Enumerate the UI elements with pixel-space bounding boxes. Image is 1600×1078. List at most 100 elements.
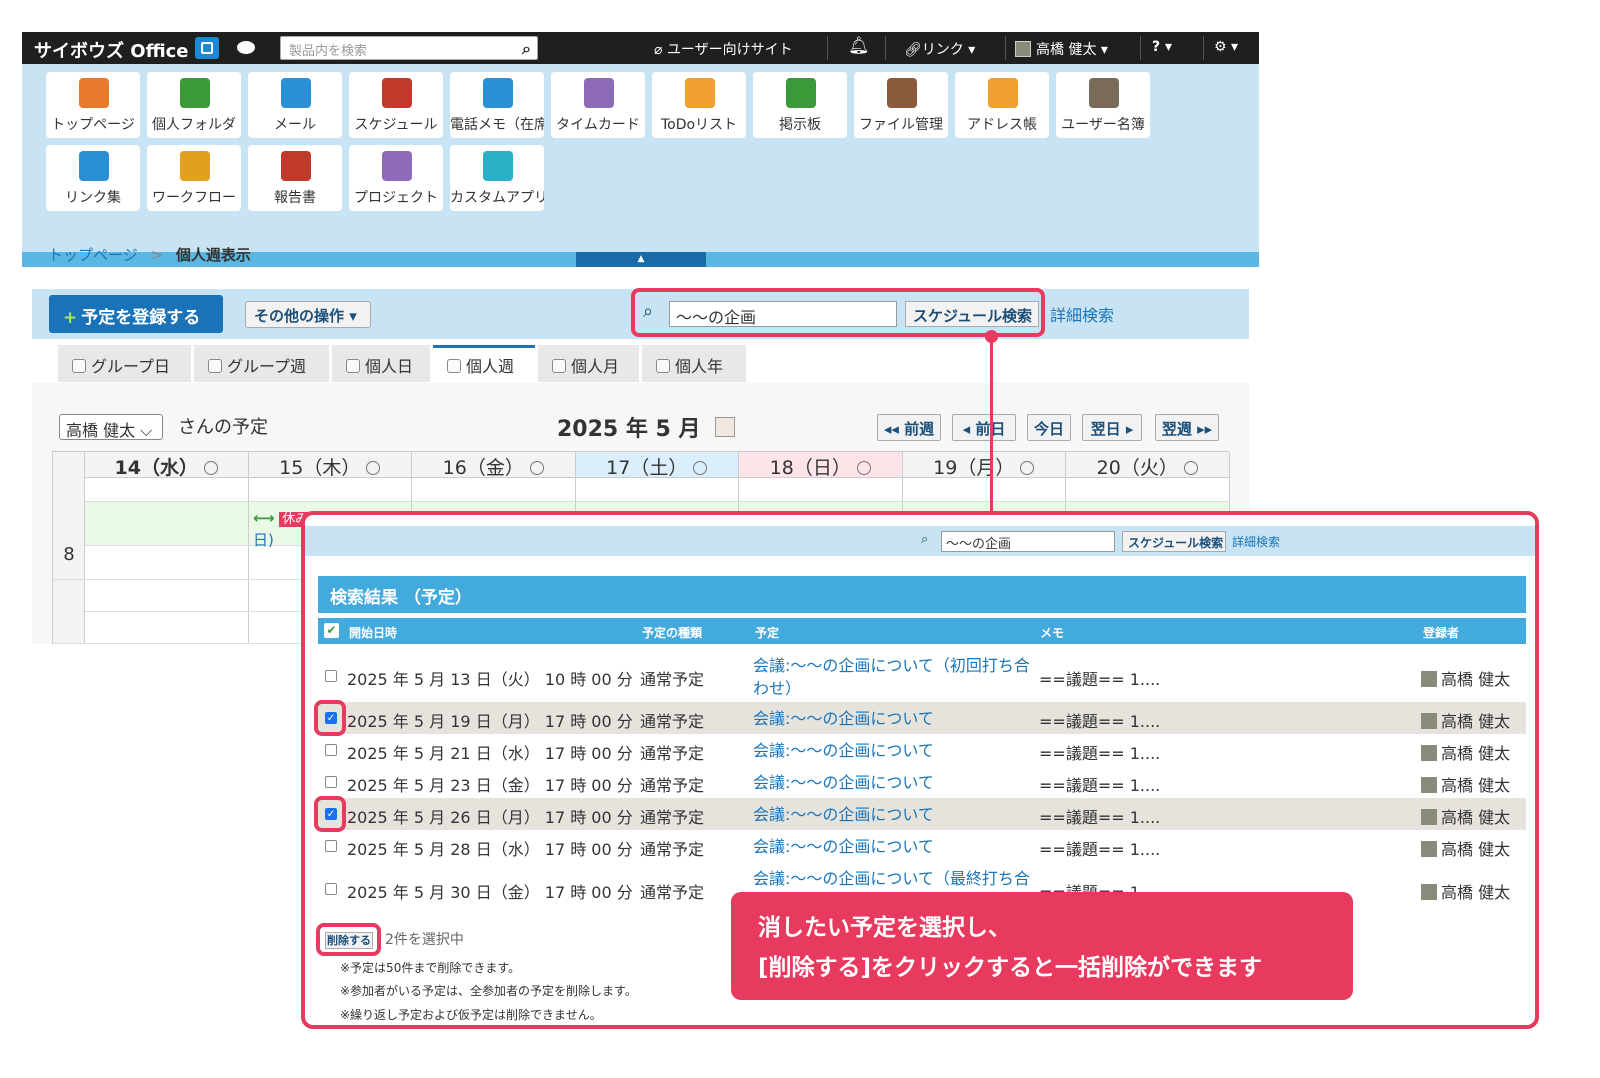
table-row[interactable]: 2025 年 5 月 28 日（水） 17 時 00 分通常予定 会議:～～の企画… bbox=[318, 830, 1526, 862]
link-menu[interactable]: 🔗︎リンク ▾ bbox=[904, 39, 975, 59]
day-header[interactable]: 20（火） bbox=[1066, 452, 1230, 479]
gear-icon[interactable]: ⚙ ▾ bbox=[1214, 39, 1238, 55]
today-button[interactable]: 今日 bbox=[1027, 414, 1071, 441]
row-user[interactable]: 高橋 健太 bbox=[1421, 666, 1510, 690]
popup-detail-link[interactable]: 詳細検索 bbox=[1232, 533, 1280, 550]
row-checkbox[interactable] bbox=[325, 883, 337, 895]
day-header[interactable]: 17（土） bbox=[575, 452, 739, 479]
time-cell[interactable] bbox=[739, 478, 903, 502]
time-cell[interactable] bbox=[1066, 478, 1230, 502]
row-user[interactable]: 高橋 健太 bbox=[1421, 772, 1510, 796]
row-user[interactable]: 高橋 健太 bbox=[1421, 879, 1510, 903]
prev-day-button[interactable]: ◂ 前日 bbox=[952, 414, 1016, 441]
tab-view[interactable]: 個人月 bbox=[538, 345, 639, 382]
tab-view[interactable]: 個人週 bbox=[433, 345, 535, 382]
time-cell[interactable] bbox=[85, 502, 249, 546]
product-search-input[interactable]: 製品内を検索 ⌕ bbox=[280, 36, 538, 60]
avatar bbox=[1421, 809, 1437, 825]
row-checkbox[interactable] bbox=[325, 669, 337, 682]
tab-view[interactable]: 個人年 bbox=[642, 345, 746, 382]
row-title-link[interactable]: 会議:～～の企画について bbox=[753, 803, 1033, 826]
breadcrumb-home[interactable]: トップページ bbox=[48, 246, 138, 264]
add-schedule-button[interactable]: + 予定を登録する bbox=[49, 295, 223, 333]
app-tile[interactable]: スケジュール bbox=[349, 72, 443, 138]
chat-icon[interactable] bbox=[234, 37, 258, 59]
app-tile[interactable]: 掲示板 bbox=[753, 72, 847, 138]
app-tile[interactable]: プロジェクト bbox=[349, 145, 443, 211]
app-tile[interactable]: リンク集 bbox=[46, 145, 140, 211]
row-title-link[interactable]: 会議:～～の企画について bbox=[753, 835, 1033, 858]
schedule-search-button[interactable]: スケジュール検索 bbox=[905, 301, 1039, 327]
other-actions-button[interactable]: その他の操作 ▾ bbox=[245, 301, 371, 328]
day-header[interactable]: 18（日） bbox=[739, 452, 903, 479]
time-cell[interactable] bbox=[902, 478, 1066, 502]
app-logo[interactable]: サイボウズ Office bbox=[34, 37, 189, 63]
app-tile[interactable]: メール bbox=[248, 72, 342, 138]
app-switch-icon[interactable] bbox=[195, 37, 219, 59]
app-tile[interactable]: ワークフロー bbox=[147, 145, 241, 211]
next-day-button[interactable]: 翌日 ▸ bbox=[1082, 414, 1142, 441]
day-header[interactable]: 19（月） bbox=[902, 452, 1066, 479]
clock-icon bbox=[856, 461, 871, 475]
time-cell[interactable] bbox=[248, 478, 412, 502]
row-user[interactable]: 高橋 健太 bbox=[1421, 836, 1510, 860]
time-cell[interactable] bbox=[85, 478, 249, 502]
row-checkbox[interactable] bbox=[325, 840, 337, 852]
select-all-checkbox[interactable]: ✔ bbox=[324, 623, 339, 638]
row-title-link[interactable]: 会議:～～の企画について bbox=[753, 739, 1033, 762]
app-tile[interactable]: ユーザー名簿 bbox=[1056, 72, 1150, 138]
user-site-link[interactable]: ⌀ ユーザー向けサイト bbox=[654, 39, 793, 59]
detail-search-link[interactable]: 詳細検索 bbox=[1050, 302, 1114, 326]
time-cell[interactable] bbox=[85, 546, 249, 580]
bell-icon[interactable]: 🔔︎ bbox=[848, 36, 870, 56]
schedule-search-input[interactable]: ～～の企画 bbox=[669, 301, 897, 327]
time-cell[interactable] bbox=[575, 478, 739, 502]
table-row[interactable]: ✓ 2025 年 5 月 26 日（月） 17 時 00 分通常予定 会議:～～の企… bbox=[314, 796, 1526, 832]
tab-view[interactable]: グループ週 bbox=[194, 345, 329, 382]
delete-button[interactable]: 削除する bbox=[325, 932, 373, 949]
app-tile[interactable]: ファイル管理 bbox=[854, 72, 948, 138]
app-tile[interactable]: ToDoリスト bbox=[652, 72, 746, 138]
app-tile[interactable]: アドレス帳 bbox=[955, 72, 1049, 138]
collapse-apps-button[interactable]: ▲ bbox=[576, 252, 706, 267]
row-user[interactable]: 高橋 健太 bbox=[1421, 804, 1510, 828]
popup-search-button[interactable]: スケジュール検索 bbox=[1122, 531, 1226, 552]
day-header[interactable]: 15（木） bbox=[248, 452, 412, 479]
help-icon[interactable]: ? ▾ bbox=[1152, 39, 1172, 55]
table-row[interactable]: ✓ 2025 年 5 月 19 日（月） 17 時 00 分通常予定 会議:～～の企… bbox=[314, 700, 1526, 736]
row-user[interactable]: 高橋 健太 bbox=[1421, 708, 1510, 732]
row-title-link[interactable]: 会議:～～の企画について bbox=[753, 707, 1033, 730]
search-icon[interactable]: ⌕ bbox=[522, 39, 531, 59]
tab-view[interactable]: 個人日 bbox=[332, 345, 430, 382]
time-cell[interactable] bbox=[85, 612, 249, 644]
row-user[interactable]: 高橋 健太 bbox=[1421, 740, 1510, 764]
prev-week-button[interactable]: ◂◂ 前週 bbox=[877, 414, 941, 441]
view-icon bbox=[72, 359, 86, 373]
table-row[interactable]: 2025 年 5 月 21 日（水） 17 時 00 分通常予定 会議:～～の企画… bbox=[318, 734, 1526, 766]
user-select[interactable]: 高橋 健太 ⌵ bbox=[59, 414, 163, 440]
app-tile[interactable]: 報告書 bbox=[248, 145, 342, 211]
clock-icon bbox=[1020, 461, 1035, 475]
time-cell[interactable] bbox=[412, 478, 576, 502]
day-header[interactable]: 16（金） bbox=[412, 452, 576, 479]
stamp-icon bbox=[180, 151, 210, 181]
next-week-button[interactable]: 翌週 ▸▸ bbox=[1155, 414, 1219, 441]
app-tile[interactable]: カスタムアプリ bbox=[450, 145, 544, 211]
app-tile[interactable]: トップページ bbox=[46, 72, 140, 138]
table-row[interactable]: 2025 年 5 月 13 日（火） 10 時 00 分通常予定 会議:～～の企画… bbox=[318, 649, 1526, 702]
calendar-icon[interactable] bbox=[715, 417, 735, 437]
user-menu[interactable]: 高橋 健太 ▾ bbox=[1015, 39, 1108, 59]
popup-search-input[interactable]: ～～の企画 bbox=[941, 531, 1115, 552]
app-tile[interactable]: 電話メモ（在席確認） bbox=[450, 72, 544, 138]
app-tile[interactable]: 個人フォルダ bbox=[147, 72, 241, 138]
row-title-link[interactable]: 会議:～～の企画について（初回打ち合わせ） bbox=[753, 654, 1033, 700]
row-memo: ==議題== 1.... bbox=[1039, 744, 1161, 763]
row-checkbox[interactable] bbox=[325, 744, 337, 756]
table-row[interactable]: 2025 年 5 月 23 日（金） 17 時 00 分通常予定 会議:～～の企画… bbox=[318, 766, 1526, 798]
row-title-link[interactable]: 会議:～～の企画について bbox=[753, 771, 1033, 794]
tab-view[interactable]: グループ日 bbox=[58, 345, 191, 382]
day-header[interactable]: 14（水） bbox=[85, 452, 249, 479]
row-checkbox[interactable] bbox=[325, 776, 337, 788]
app-tile[interactable]: タイムカード bbox=[551, 72, 645, 138]
time-cell[interactable] bbox=[85, 580, 249, 612]
